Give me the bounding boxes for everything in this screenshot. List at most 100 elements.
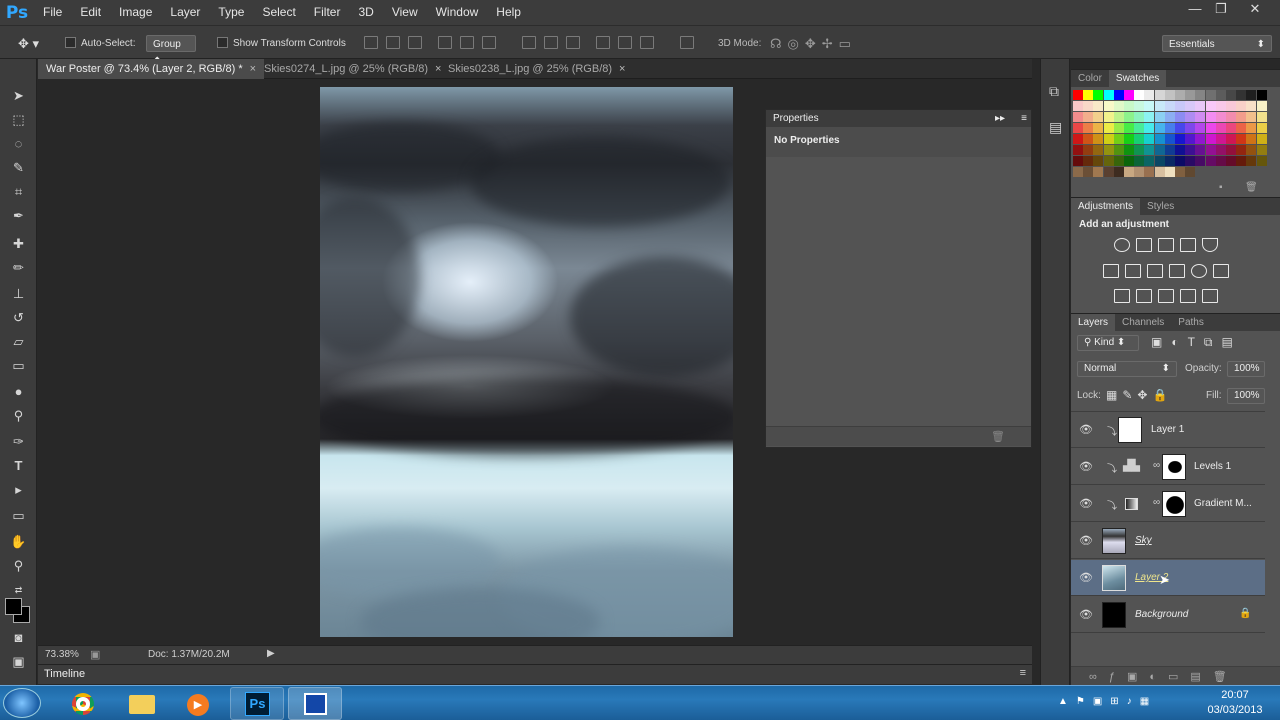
tab-swatches[interactable]: Swatches [1108, 70, 1167, 87]
color-swatch[interactable] [1124, 167, 1134, 177]
color-swatch[interactable] [1083, 156, 1094, 166]
color-swatch[interactable] [1195, 90, 1206, 100]
quick-mask-icon[interactable]: ◙ [8, 629, 29, 647]
menu-image[interactable]: Image [110, 0, 161, 25]
color-swatch[interactable] [1103, 112, 1114, 122]
color-swatch[interactable] [1154, 134, 1165, 144]
hue-saturation-icon[interactable] [1103, 264, 1119, 278]
color-swatch[interactable] [1093, 134, 1104, 144]
menu-3d[interactable]: 3D [349, 0, 382, 25]
color-swatch[interactable] [1256, 134, 1267, 144]
color-swatch[interactable] [1113, 167, 1124, 177]
color-swatch[interactable] [1093, 123, 1104, 133]
distribute-top-icon[interactable] [522, 36, 536, 49]
color-swatch[interactable] [1226, 123, 1236, 133]
color-swatch[interactable] [1256, 167, 1267, 177]
color-swatch[interactable] [1124, 145, 1134, 155]
color-swatch[interactable] [1205, 101, 1216, 111]
color-swatch[interactable] [1164, 145, 1175, 155]
color-swatch[interactable] [1236, 112, 1247, 122]
color-swatch[interactable] [1246, 134, 1257, 144]
capture-app-taskbar-button[interactable] [288, 687, 342, 720]
color-swatch[interactable] [1124, 90, 1134, 100]
color-swatch[interactable] [1113, 101, 1124, 111]
color-swatch[interactable] [1195, 156, 1206, 166]
menu-view[interactable]: View [383, 0, 427, 25]
color-swatch[interactable] [1205, 112, 1216, 122]
menu-layer[interactable]: Layer [161, 0, 209, 25]
show-transform-checkbox[interactable] [217, 37, 228, 48]
workspace-dropdown[interactable]: Essentials ⬍ [1162, 35, 1272, 52]
color-swatch[interactable] [1113, 123, 1124, 133]
move-tool-preset-icon[interactable]: ✥ ▾ [18, 35, 39, 52]
swap-colors-icon[interactable]: ⇄ [8, 581, 29, 599]
color-swatch[interactable] [1103, 123, 1114, 133]
color-swatch[interactable] [1226, 101, 1236, 111]
align-right-icon[interactable] [482, 36, 496, 49]
vibrance-icon[interactable] [1202, 238, 1218, 252]
color-swatch[interactable] [1124, 123, 1134, 133]
color-swatch[interactable] [1144, 101, 1155, 111]
color-swatch[interactable] [1175, 156, 1185, 166]
color-swatch[interactable] [1236, 101, 1247, 111]
color-swatch[interactable] [1144, 90, 1155, 100]
color-swatch[interactable] [1195, 101, 1206, 111]
layer-row-layer-2[interactable]: 👁 Layer 2 ➤ [1071, 560, 1265, 596]
color-swatch[interactable] [1144, 156, 1155, 166]
color-swatch[interactable] [1154, 123, 1165, 133]
color-swatch[interactable] [1134, 134, 1145, 144]
color-swatch[interactable] [1185, 156, 1196, 166]
color-swatch[interactable] [1236, 156, 1247, 166]
explorer-taskbar-button[interactable] [114, 687, 168, 720]
distribute-bottom-icon[interactable] [566, 36, 580, 49]
align-center-icon[interactable] [460, 36, 474, 49]
chrome-taskbar-button[interactable] [56, 687, 110, 720]
clone-stamp-tool-icon[interactable]: ⊥ [8, 285, 29, 303]
blend-mode-dropdown[interactable]: Normal ⬍ [1077, 361, 1177, 377]
curves-icon[interactable] [1158, 238, 1174, 252]
color-swatch[interactable] [1103, 145, 1114, 155]
color-swatch[interactable] [1073, 167, 1083, 177]
layer-name[interactable]: Layer 1 [1151, 424, 1184, 435]
visibility-eye-icon[interactable]: 👁 [1079, 460, 1093, 473]
document-canvas[interactable] [320, 87, 733, 637]
auto-align-icon[interactable] [680, 36, 694, 49]
color-swatch[interactable] [1195, 112, 1206, 122]
auto-select-option[interactable]: Auto-Select: [65, 35, 135, 52]
color-swatch[interactable] [1083, 145, 1094, 155]
eraser-tool-icon[interactable]: ▱ [8, 333, 29, 351]
color-swatch[interactable] [1215, 90, 1226, 100]
distribute-middle-icon[interactable] [544, 36, 558, 49]
system-tray-icons[interactable]: ▲⚑▣⊞♪▦ [1058, 696, 1157, 707]
color-swatch[interactable] [1164, 101, 1175, 111]
color-swatch[interactable] [1154, 90, 1165, 100]
layer-name[interactable]: Levels 1 [1194, 461, 1231, 472]
color-swatch[interactable] [1103, 90, 1114, 100]
color-swatch[interactable] [1154, 112, 1165, 122]
color-swatch[interactable] [1073, 90, 1083, 100]
color-swatch[interactable] [1073, 145, 1083, 155]
color-swatch[interactable] [1113, 112, 1124, 122]
swatch-grid[interactable] [1071, 88, 1267, 180]
layer-name[interactable]: Gradient M... [1194, 498, 1252, 509]
color-swatch[interactable] [1134, 123, 1145, 133]
color-swatch[interactable] [1083, 167, 1094, 177]
color-swatch[interactable] [1073, 156, 1083, 166]
color-swatch[interactable] [1215, 101, 1226, 111]
3d-mode-icons[interactable]: ☊◎✥✢▭ [770, 35, 857, 52]
tab-channels[interactable]: Channels [1115, 314, 1171, 331]
dodge-tool-icon[interactable]: ⚲ [8, 407, 29, 425]
restore-button[interactable]: ❐ [1206, 0, 1236, 18]
trash-icon[interactable]: 🗑 [1245, 182, 1258, 193]
color-swatch[interactable] [1073, 134, 1083, 144]
color-swatch[interactable] [1215, 112, 1226, 122]
invert-icon[interactable] [1114, 289, 1130, 303]
color-swatch[interactable] [1246, 101, 1257, 111]
layer-filter-icons[interactable]: ▣◐T⧉▤ [1151, 335, 1242, 350]
color-swatch[interactable] [1164, 123, 1175, 133]
collapse-panel-icon[interactable]: ▸▸ [995, 110, 1005, 127]
color-swatch[interactable] [1205, 167, 1216, 177]
color-swatch[interactable] [1185, 101, 1196, 111]
auto-select-checkbox[interactable] [65, 37, 76, 48]
color-swatch[interactable] [1215, 134, 1226, 144]
